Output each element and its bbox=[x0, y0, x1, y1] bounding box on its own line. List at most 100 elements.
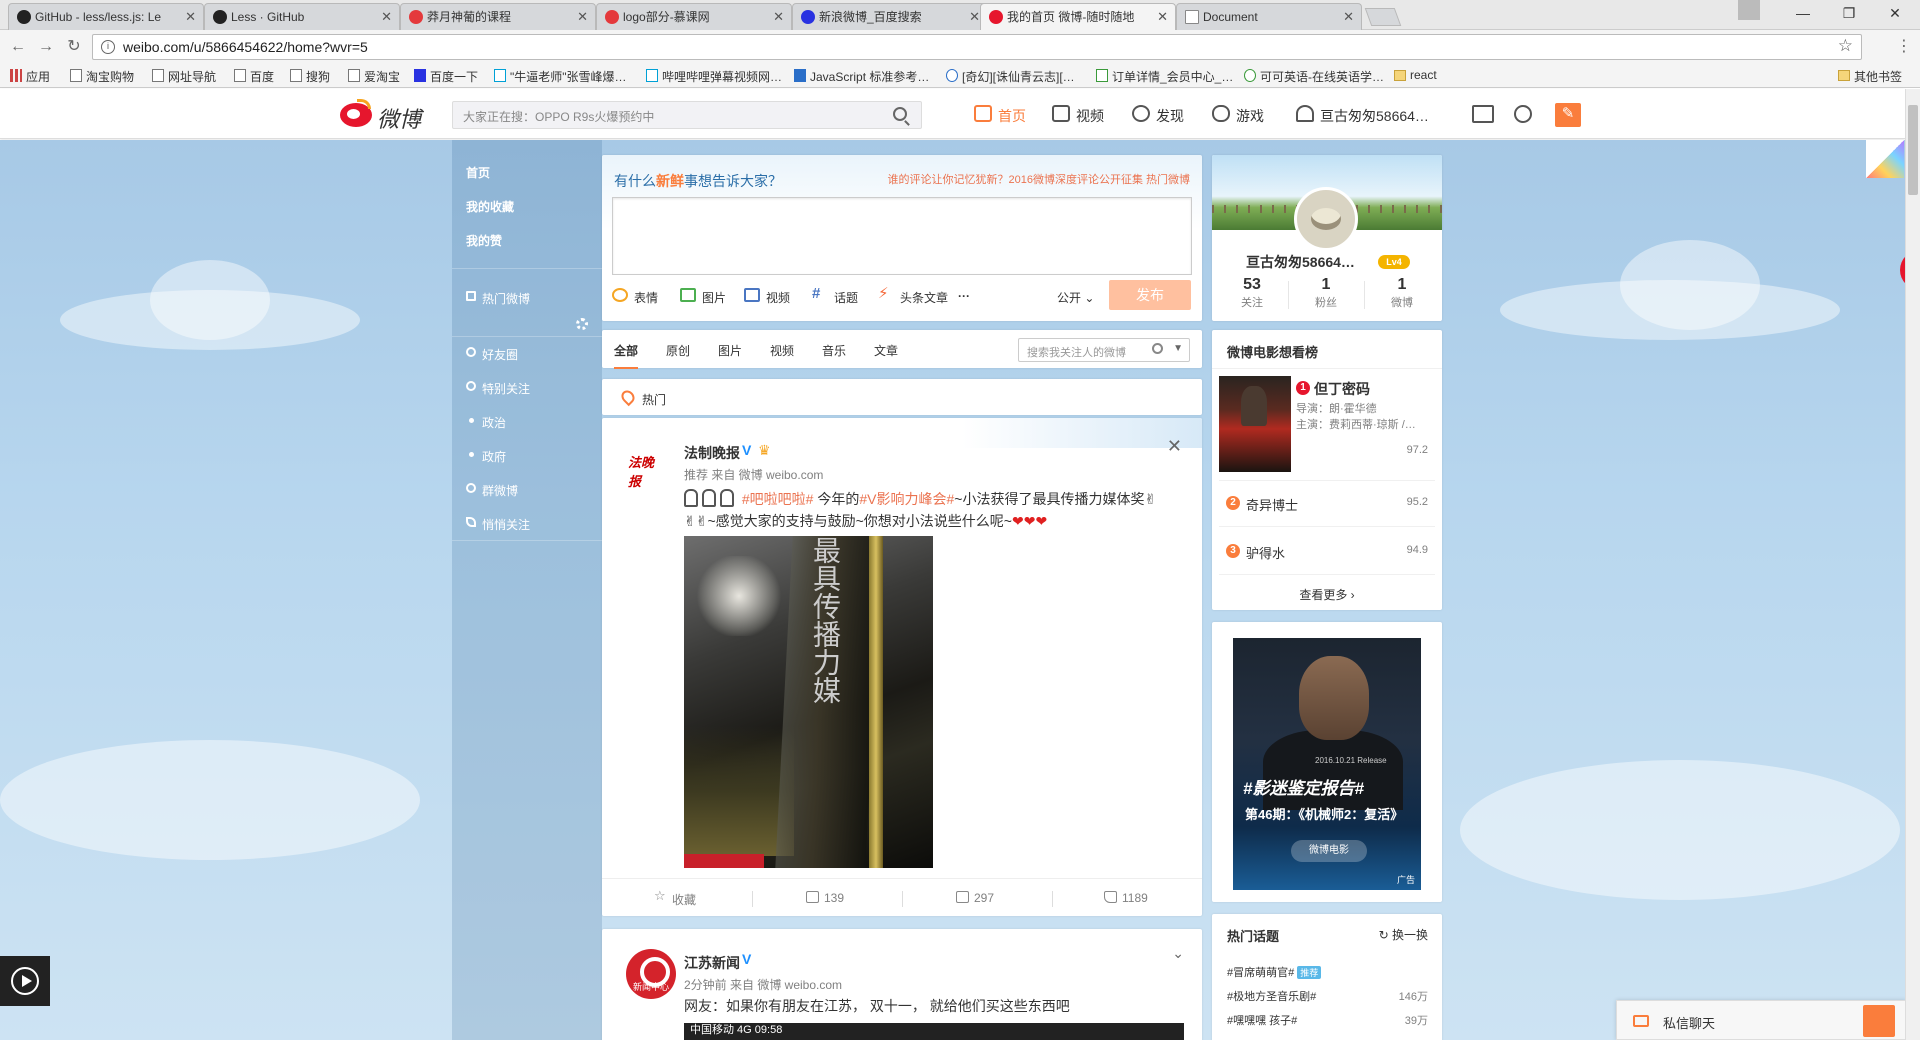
avatar[interactable] bbox=[1294, 187, 1358, 251]
bookmark-item[interactable]: 搜狗 bbox=[290, 68, 330, 85]
browser-tab-github-less[interactable]: GitHub - less/less.js: Le ✕ bbox=[8, 3, 204, 30]
menu-button[interactable]: ⋮ bbox=[1894, 37, 1914, 57]
see-more-link[interactable]: 查看更多 › bbox=[1212, 586, 1442, 603]
movie-title[interactable]: 但丁密码 bbox=[1314, 379, 1370, 399]
chat-open-button[interactable] bbox=[1863, 1005, 1895, 1037]
post-image[interactable]: 最具传播力媒 bbox=[684, 536, 933, 868]
article-tool[interactable]: ⚡ 头条文章 bbox=[878, 286, 948, 306]
nav-discover[interactable]: 发现 bbox=[1132, 105, 1184, 126]
sidebar-settings-icon[interactable] bbox=[576, 318, 588, 330]
info-icon[interactable]: i bbox=[101, 40, 115, 54]
bookmark-item[interactable]: "牛逼老师"张雪峰爆… bbox=[494, 68, 627, 85]
avatar[interactable]: 新闻中心 bbox=[626, 949, 676, 999]
more-tools-button[interactable]: ··· bbox=[958, 289, 970, 303]
sidebar-item-special[interactable]: 特别关注 bbox=[466, 380, 530, 397]
nav-user[interactable]: 亘古匆匆58664… bbox=[1296, 105, 1429, 126]
favorite-button[interactable]: ☆ 收藏 bbox=[654, 889, 696, 908]
tab-music[interactable]: 音乐 bbox=[822, 342, 846, 359]
browser-tab-course[interactable]: 莽月神葡的课程 ✕ bbox=[400, 3, 596, 30]
video-player-widget[interactable] bbox=[0, 956, 50, 1006]
sidebar-item-favorites[interactable]: 我的收藏 bbox=[466, 198, 514, 215]
browser-tab-weibo[interactable]: 我的首页 微博-随时随地 ✕ bbox=[980, 3, 1176, 30]
hot-campaign-link[interactable]: 谁的评论让你记忆犹新？2016微博深度评论公开征集 热门微博 bbox=[887, 171, 1190, 187]
tab-all[interactable]: 全部 bbox=[614, 342, 639, 369]
bookmark-item[interactable]: 可可英语-在线英语学… bbox=[1244, 68, 1384, 85]
search-icon[interactable] bbox=[1152, 343, 1163, 354]
nav-game[interactable]: 游戏 bbox=[1212, 105, 1264, 126]
hot-filter-bar[interactable]: 热门 bbox=[602, 379, 1202, 415]
search-icon[interactable] bbox=[893, 107, 907, 121]
browser-tab-less-github[interactable]: Less · GitHub ✕ bbox=[204, 3, 400, 30]
video-tool[interactable]: 视频 bbox=[744, 288, 790, 306]
sidebar-item-groups[interactable]: 群微博 bbox=[466, 482, 518, 499]
fans-stat[interactable]: 1 粉丝 bbox=[1298, 276, 1354, 310]
movie-title[interactable]: 驴得水 bbox=[1246, 543, 1285, 562]
bookmark-folder-other[interactable]: 其他书签 bbox=[1838, 68, 1902, 85]
forward-button[interactable]: 139 bbox=[806, 891, 844, 905]
private-chat-bar[interactable]: 私信聊天 bbox=[1616, 1000, 1906, 1040]
movie-poster[interactable] bbox=[1219, 376, 1291, 472]
close-tab-icon[interactable]: ✕ bbox=[773, 4, 784, 30]
topic-item[interactable]: #嘿嘿嘿 孩子# bbox=[1227, 1012, 1297, 1028]
chevron-down-icon[interactable]: ⌄ bbox=[1172, 945, 1184, 962]
settings-icon[interactable] bbox=[1514, 105, 1532, 123]
bookmark-item[interactable]: 订单详情_会员中心_… bbox=[1096, 68, 1233, 85]
back-button[interactable]: ← bbox=[8, 37, 28, 57]
forward-button[interactable]: → bbox=[36, 37, 56, 57]
sidebar-item-gov[interactable]: 政府 bbox=[466, 448, 506, 465]
profile-name[interactable]: 亘古匆匆58664… bbox=[1246, 252, 1355, 272]
bookmark-item[interactable]: 淘宝购物 bbox=[70, 68, 134, 85]
weibo-count-stat[interactable]: 1 微博 bbox=[1374, 276, 1430, 310]
visibility-select[interactable]: 公开 ⌄ bbox=[1057, 289, 1094, 306]
weibo-logo[interactable]: 微博 bbox=[340, 99, 430, 133]
post-author[interactable]: 江苏新闻 bbox=[684, 953, 740, 973]
page-scrollbar[interactable] bbox=[1905, 89, 1920, 1040]
post-image[interactable]: 中国移动 4G 09:58 bbox=[684, 1023, 1184, 1040]
image-tool[interactable]: 图片 bbox=[680, 288, 726, 306]
new-tab-button[interactable] bbox=[1364, 8, 1402, 26]
tab-pictures[interactable]: 图片 bbox=[718, 342, 742, 359]
mail-icon[interactable] bbox=[1472, 105, 1494, 123]
theme-corner-icon[interactable] bbox=[1866, 140, 1904, 178]
close-window-button[interactable]: ✕ bbox=[1872, 0, 1918, 28]
tab-articles[interactable]: 文章 bbox=[874, 342, 898, 359]
hashtag-link[interactable]: #吧啦吧啦# bbox=[742, 491, 814, 507]
comment-button[interactable]: 297 bbox=[956, 891, 994, 905]
close-tab-icon[interactable]: ✕ bbox=[381, 4, 392, 30]
maximize-button[interactable]: ❐ bbox=[1826, 0, 1872, 28]
topic-tool[interactable]: # 话题 bbox=[812, 286, 858, 306]
close-tab-icon[interactable]: ✕ bbox=[969, 4, 980, 30]
like-button[interactable]: 1189 bbox=[1104, 891, 1148, 905]
publish-button[interactable]: 发布 bbox=[1109, 280, 1191, 310]
publish-textarea[interactable] bbox=[612, 197, 1192, 275]
bookmark-item[interactable]: 爱淘宝 bbox=[348, 68, 400, 85]
minimize-button[interactable]: — bbox=[1780, 0, 1826, 28]
compose-button[interactable]: ✎ bbox=[1555, 103, 1581, 127]
follow-stat[interactable]: 53 关注 bbox=[1224, 276, 1280, 310]
refresh-topics-button[interactable]: ↻ 换一换 bbox=[1379, 926, 1428, 943]
topic-item[interactable]: #极地方圣音乐剧# bbox=[1227, 988, 1316, 1004]
feed-search-input[interactable]: 搜索我关注人的微博 ▼ bbox=[1018, 338, 1190, 362]
caret-down-icon[interactable]: ▼ bbox=[1173, 343, 1183, 354]
close-tab-icon[interactable]: ✕ bbox=[1343, 4, 1354, 30]
bookmark-item[interactable]: JavaScript 标准参考… bbox=[794, 68, 929, 85]
browser-tab-document[interactable]: Document ✕ bbox=[1176, 3, 1362, 30]
sidebar-item-quiet[interactable]: 悄悄关注 bbox=[466, 516, 530, 533]
hashtag-link[interactable]: #V影响力峰会# bbox=[859, 491, 954, 507]
profile-icon[interactable] bbox=[1738, 0, 1760, 20]
tab-original[interactable]: 原创 bbox=[666, 342, 690, 359]
bookmark-item[interactable]: 网址导航 bbox=[152, 68, 216, 85]
bookmark-item[interactable]: 百度一下 bbox=[414, 68, 478, 85]
bookmark-apps[interactable]: 应用 bbox=[10, 68, 50, 85]
bookmark-item[interactable]: 哔哩哔哩弹幕视频网… bbox=[646, 68, 782, 85]
sidebar-item-friends[interactable]: 好友圈 bbox=[466, 346, 518, 363]
sidebar-item-hot[interactable]: 热门微博 bbox=[466, 290, 530, 307]
bookmark-item[interactable]: [奇幻][诛仙青云志][… bbox=[946, 68, 1075, 85]
sidebar-item-likes[interactable]: 我的赞 bbox=[466, 232, 502, 249]
sidebar-item-home[interactable]: 首页 bbox=[466, 164, 490, 181]
avatar[interactable]: 法晚报 bbox=[628, 452, 666, 490]
ad-image[interactable]: 2016.10.21 Release #影迷鉴定报告# 第46期：《机械师2：复… bbox=[1233, 638, 1421, 890]
bookmark-folder[interactable]: react bbox=[1394, 68, 1437, 82]
nav-home[interactable]: 首页 bbox=[974, 105, 1026, 126]
level-badge[interactable]: Lv4 bbox=[1378, 255, 1410, 269]
